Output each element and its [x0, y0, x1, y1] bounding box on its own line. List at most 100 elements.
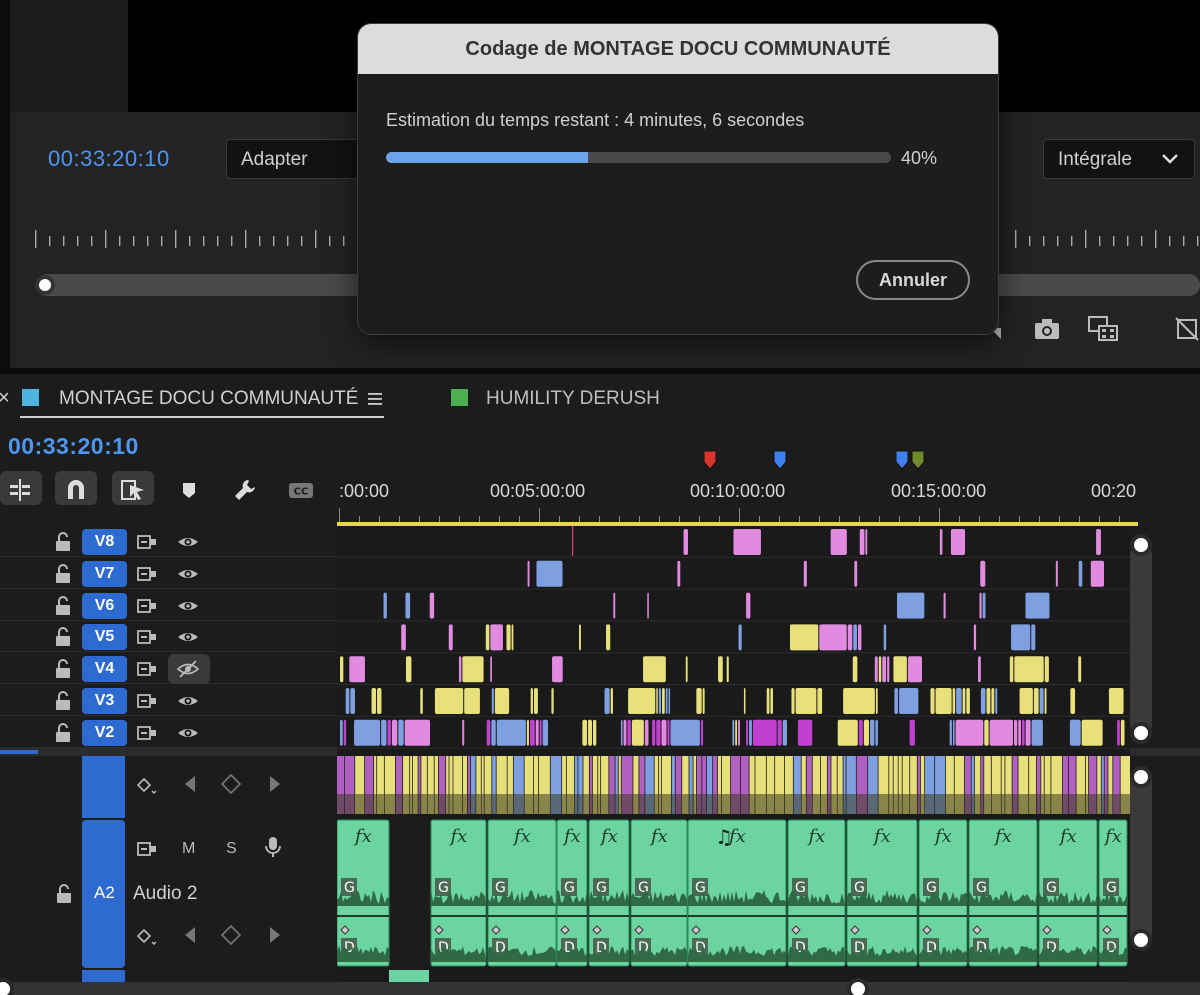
sync-lock-icon[interactable] [136, 658, 158, 680]
tab-humility-derush[interactable]: HUMILITY DERUSH [486, 388, 660, 410]
video-clip[interactable] [340, 656, 344, 683]
track-target-v8[interactable]: V8 [82, 529, 127, 555]
video-clip[interactable] [490, 656, 492, 683]
video-clip[interactable] [966, 688, 970, 714]
video-clip[interactable] [749, 719, 752, 746]
video-clip[interactable] [746, 592, 751, 619]
video-clip[interactable] [883, 624, 887, 651]
video-clip[interactable] [743, 688, 746, 714]
video-clip[interactable] [658, 688, 662, 714]
sync-lock-icon[interactable] [136, 563, 158, 585]
video-clip[interactable] [991, 688, 995, 714]
timeline-horizontal-scrollbar[interactable] [0, 982, 1200, 995]
video-clip[interactable] [1078, 656, 1082, 683]
video-clip[interactable] [383, 592, 387, 619]
marker-blue[interactable] [895, 450, 909, 470]
audio-clip[interactable] [389, 970, 429, 982]
video-clip[interactable] [700, 719, 704, 746]
video-clip[interactable] [962, 688, 966, 714]
video-clip[interactable] [582, 719, 588, 746]
video-clip[interactable] [656, 719, 661, 746]
video-clip[interactable] [526, 719, 529, 746]
video-clip[interactable] [1011, 624, 1031, 651]
video-clip[interactable] [486, 719, 491, 746]
video-clip[interactable] [552, 656, 563, 683]
video-clip[interactable] [777, 719, 782, 746]
lock-icon[interactable] [52, 626, 74, 648]
video-clip[interactable] [907, 656, 922, 683]
marker-green[interactable] [911, 450, 925, 470]
video-clip[interactable] [980, 688, 986, 714]
volume-rubberband[interactable] [337, 915, 389, 917]
video-clip[interactable] [1025, 719, 1031, 746]
hscroll-handle-right[interactable] [847, 978, 869, 995]
sync-lock-icon[interactable] [136, 722, 158, 744]
video-clip[interactable] [644, 719, 649, 746]
lock-icon[interactable] [52, 658, 74, 680]
video-clip[interactable] [950, 529, 966, 555]
video-clip[interactable] [539, 719, 542, 746]
video-clip[interactable] [702, 688, 705, 714]
video-clip[interactable] [490, 624, 503, 651]
video-clip[interactable] [506, 624, 511, 651]
lock-icon[interactable] [52, 531, 74, 553]
sequence-timecode[interactable]: 00:33:20:10 [8, 433, 139, 460]
video-clip[interactable] [670, 719, 700, 746]
video-clip[interactable] [797, 719, 813, 746]
video-clip[interactable] [661, 719, 667, 746]
keyframe-options-icon[interactable] [137, 926, 159, 948]
video-clip[interactable] [1021, 719, 1025, 746]
timeline-clips[interactable]: fxGDfxGDfxGDfxGDfxGDfxGDfxGDfxGDfxGDfxGD… [337, 526, 1130, 982]
video-clip[interactable] [1069, 719, 1081, 746]
sync-lock-icon[interactable] [136, 626, 158, 648]
video-clip[interactable] [859, 529, 865, 555]
sync-lock-icon[interactable] [136, 595, 158, 617]
video-clip[interactable] [354, 719, 381, 746]
video-clip[interactable] [387, 719, 391, 746]
sync-lock-icon[interactable] [136, 531, 158, 553]
video-clip[interactable] [858, 719, 863, 746]
volume-rubberband[interactable] [1039, 915, 1097, 917]
video-clip[interactable] [533, 688, 538, 714]
video-clip[interactable] [935, 688, 952, 714]
video-clip[interactable] [887, 656, 890, 683]
video-clip[interactable] [340, 719, 343, 746]
lock-icon[interactable] [52, 563, 74, 585]
video-clip[interactable] [604, 688, 610, 714]
video-clip[interactable] [735, 719, 738, 746]
video-clip[interactable] [620, 719, 623, 746]
close-tab-icon[interactable]: × [0, 387, 10, 410]
track-target-v6[interactable]: V6 [82, 592, 127, 619]
video-clip[interactable] [875, 719, 878, 746]
video-clip[interactable] [377, 688, 382, 714]
video-clip[interactable] [803, 560, 807, 587]
video-clip[interactable] [405, 656, 412, 683]
program-timecode[interactable]: 00:33:20:10 [48, 146, 170, 172]
video-clip[interactable] [631, 719, 644, 746]
video-clip[interactable] [979, 592, 982, 619]
video-clip[interactable] [343, 719, 347, 746]
video-clip[interactable] [613, 592, 616, 619]
eye-icon[interactable] [177, 626, 199, 648]
volume-rubberband[interactable] [631, 915, 687, 917]
video-clip[interactable] [782, 719, 787, 746]
video-clip[interactable] [989, 719, 1014, 746]
track-target-v4[interactable]: V4 [82, 656, 127, 683]
video-clip[interactable] [656, 688, 658, 714]
video-clip[interactable] [1090, 560, 1105, 587]
video-clip[interactable] [956, 688, 962, 714]
video-clip[interactable] [623, 719, 627, 746]
video-clip[interactable] [949, 719, 952, 746]
video-clip[interactable] [952, 688, 956, 714]
video-clip[interactable] [685, 656, 688, 683]
lock-icon[interactable] [52, 690, 74, 712]
video-clip[interactable] [882, 656, 887, 683]
video-clip[interactable] [458, 656, 462, 683]
video-clip[interactable] [491, 719, 496, 746]
video-clip[interactable] [939, 529, 943, 555]
video-clip[interactable] [955, 719, 984, 746]
video-clip[interactable] [1009, 656, 1014, 683]
sync-lock-icon[interactable] [136, 838, 158, 860]
microphone-icon[interactable] [262, 836, 284, 858]
monitor-playhead-handle[interactable] [35, 275, 55, 295]
